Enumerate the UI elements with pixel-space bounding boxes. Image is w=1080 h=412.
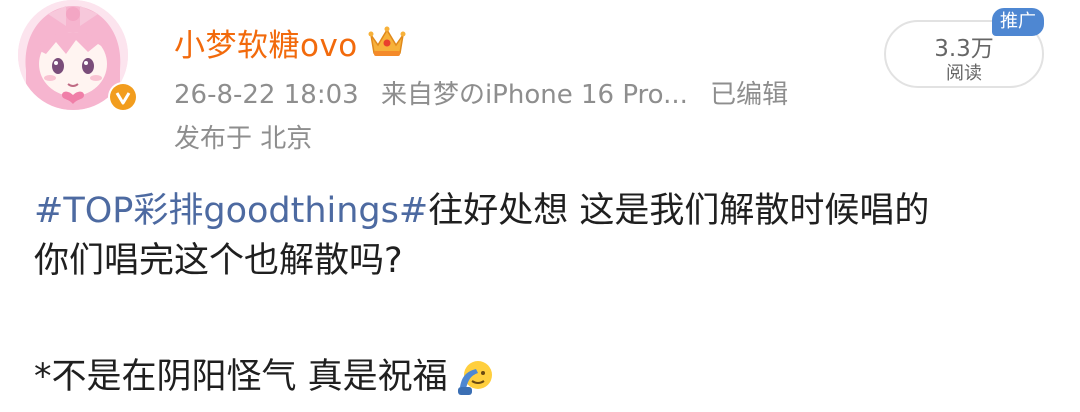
verified-icon xyxy=(108,82,138,112)
edited-label[interactable]: 已编辑 xyxy=(710,80,788,110)
promo-tag[interactable]: 推广 xyxy=(992,8,1044,36)
username-link[interactable]: 小梦软糖ovo xyxy=(174,20,358,65)
post-timestamp: 26-8-22 18:03 xyxy=(174,80,359,110)
post-line-1: #TOP彩排goodthings#往好处想 这是我们解散时候唱的 xyxy=(34,186,1054,236)
post-text-line-1: 往好处想 这是我们解散时候唱的 xyxy=(428,191,930,231)
post-text-line-3: *不是在阴阳怪气 真是祝福 xyxy=(34,357,448,397)
post-line-3: *不是在阴阳怪气 真是祝福 xyxy=(34,352,496,402)
post-text: #TOP彩排goodthings#往好处想 这是我们解散时候唱的 你们唱完这个也… xyxy=(34,186,1054,286)
post-text-line-2: 你们唱完这个也解散吗? xyxy=(34,241,403,281)
read-label: 阅读 xyxy=(946,63,982,84)
username-row: 小梦软糖ovo xyxy=(174,20,406,64)
crown-icon[interactable] xyxy=(368,25,406,59)
salute-emoji-icon xyxy=(456,357,496,397)
post-source[interactable]: 来自梦のiPhone 16 Pro... xyxy=(381,80,688,110)
hashtag-link[interactable]: #TOP彩排goodthings# xyxy=(34,191,428,231)
post-location: 发布于 北京 xyxy=(174,124,313,154)
user-avatar[interactable] xyxy=(18,0,138,116)
post-meta: 26-8-22 18:03 来自梦のiPhone 16 Pro... 已编辑 xyxy=(174,74,802,111)
